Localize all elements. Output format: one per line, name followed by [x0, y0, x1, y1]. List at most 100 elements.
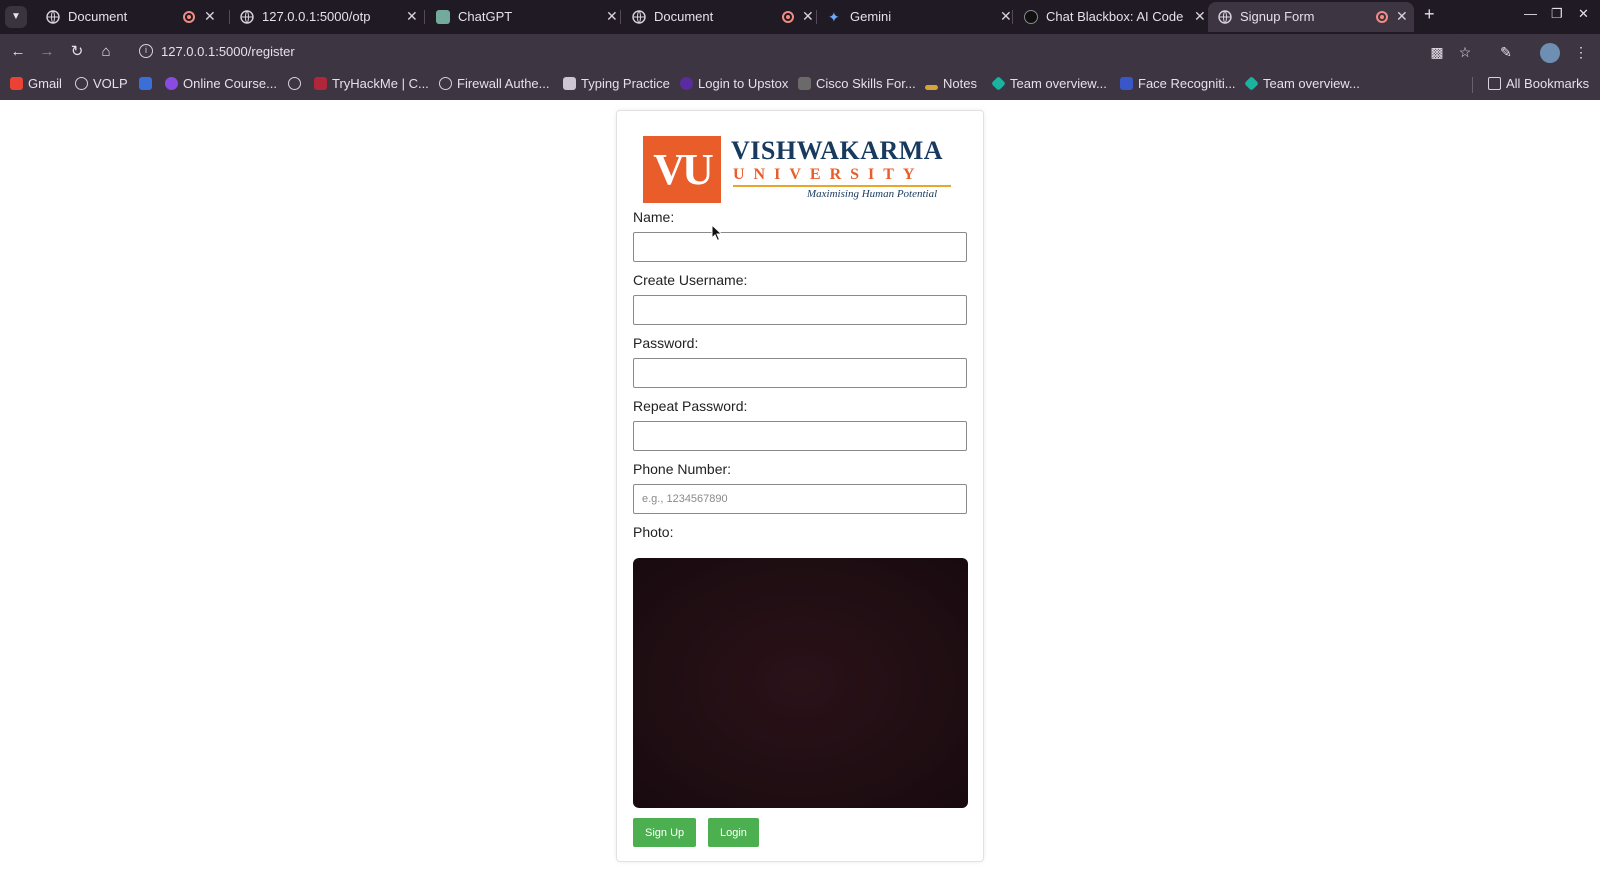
tab-search-icon[interactable]: ▼: [5, 6, 27, 28]
bookmark-face-recognition[interactable]: Face Recogniti...: [1120, 76, 1236, 91]
logo-tagline: Maximising Human Potential: [807, 188, 938, 200]
bookmark-notes[interactable]: Notes: [925, 76, 977, 91]
tab-separator: [816, 10, 817, 24]
bookmark-online-course[interactable]: Online Course...: [165, 76, 277, 91]
bookmark-typing-practice[interactable]: Typing Practice: [563, 76, 670, 91]
login-button[interactable]: Login: [708, 818, 759, 847]
bookmark-team-overview-2[interactable]: Team overview...: [1244, 76, 1360, 91]
bookmark-label: Face Recogniti...: [1138, 76, 1236, 91]
bookmark-label: Typing Practice: [581, 76, 670, 91]
signup-button[interactable]: Sign Up: [633, 818, 697, 847]
tab-chatgpt[interactable]: ChatGPT ✕: [426, 2, 618, 32]
url-text: 127.0.0.1:5000/register: [161, 44, 295, 59]
bookmark-gmail[interactable]: Gmail: [10, 76, 62, 91]
phone-label: Phone Number:: [633, 461, 732, 477]
bookmark-label: Team overview...: [1263, 76, 1360, 91]
minimize-icon[interactable]: —: [1524, 6, 1537, 21]
camera-icon[interactable]: ▩: [1428, 43, 1446, 61]
profile-avatar[interactable]: [1540, 43, 1560, 63]
camera-preview: [633, 558, 968, 808]
bookmarks-separator: [1472, 77, 1473, 93]
tab-signup-form[interactable]: Signup Form ✕: [1208, 2, 1414, 32]
back-icon[interactable]: ←: [8, 42, 28, 62]
tab-bar: ▼ Document ✕ 127.0.0.1:5000/otp ✕ ChatGP…: [0, 0, 1600, 34]
globe-icon: [632, 10, 646, 24]
bookmark-label: VOLP: [93, 76, 128, 91]
new-tab-icon[interactable]: +: [1424, 4, 1435, 25]
bookmark-star-icon[interactable]: ☆: [1456, 43, 1474, 61]
recording-icon: [1376, 11, 1388, 23]
close-tab-icon[interactable]: ✕: [1194, 8, 1206, 25]
address-bar[interactable]: i 127.0.0.1:5000/register: [131, 37, 1471, 66]
site-info-icon[interactable]: i: [139, 44, 153, 58]
bookmark-unnamed-2[interactable]: [288, 76, 306, 91]
university-logo: VU VISHWAKARMA UNIVERSITY Maximising Hum…: [643, 136, 953, 204]
globe-icon: [46, 10, 60, 24]
tab-separator: [424, 10, 425, 24]
close-tab-icon[interactable]: ✕: [802, 8, 814, 25]
tab-document-2[interactable]: Document ✕: [622, 2, 814, 32]
tab-document-1[interactable]: Document ✕: [36, 2, 222, 32]
logo-divider: [733, 185, 951, 187]
bookmark-label: Login to Upstox: [698, 76, 789, 91]
bookmarks-bar: Gmail VOLP Online Course... TryHackMe | …: [0, 69, 1600, 100]
close-tab-icon[interactable]: ✕: [606, 8, 618, 25]
password-label: Password:: [633, 335, 699, 351]
globe-icon: [1218, 10, 1232, 24]
site-icon: [139, 77, 152, 90]
name-label: Name:: [633, 209, 675, 225]
course-icon: [165, 77, 178, 90]
gemini-icon: ✦: [828, 9, 840, 25]
bookmark-label: Gmail: [28, 76, 62, 91]
tab-blackbox[interactable]: Chat Blackbox: AI Code G ✕: [1014, 2, 1206, 32]
bookmark-team-overview-1[interactable]: Team overview...: [991, 76, 1107, 91]
reload-icon[interactable]: ↻: [67, 42, 87, 62]
bookmark-upstox[interactable]: Login to Upstox: [680, 76, 788, 91]
phone-input[interactable]: [633, 484, 967, 514]
logo-name: VISHWAKARMA: [731, 136, 944, 165]
tab-title: Chat Blackbox: AI Code G: [1046, 9, 1184, 24]
recording-icon: [782, 11, 794, 23]
bookmark-tryhackme[interactable]: TryHackMe | C...: [314, 76, 429, 91]
bookmark-label: Online Course...: [183, 76, 277, 91]
close-window-icon[interactable]: ✕: [1578, 6, 1589, 22]
password-input[interactable]: [633, 358, 967, 388]
username-label: Create Username:: [633, 272, 748, 288]
all-bookmarks[interactable]: All Bookmarks: [1488, 76, 1589, 91]
bookmark-volp[interactable]: VOLP: [75, 76, 128, 91]
menu-icon[interactable]: ⋮: [1572, 43, 1590, 61]
tab-separator: [1012, 10, 1013, 24]
restore-icon[interactable]: ❐: [1551, 6, 1563, 22]
globe-icon: [288, 77, 301, 90]
bookmark-label: Team overview...: [1010, 76, 1107, 91]
bookmark-label: Cisco Skills For...: [816, 76, 916, 91]
tab-otp[interactable]: 127.0.0.1:5000/otp ✕: [230, 2, 422, 32]
close-tab-icon[interactable]: ✕: [406, 8, 418, 25]
tab-separator: [620, 10, 621, 24]
logo-mark: VU: [643, 136, 721, 203]
tab-title: Gemini: [850, 9, 892, 24]
close-tab-icon[interactable]: ✕: [1396, 8, 1408, 25]
bookmark-cisco[interactable]: Cisco Skills For...: [798, 76, 916, 91]
chatgpt-icon: [436, 10, 450, 24]
tab-title: ChatGPT: [458, 9, 513, 24]
bookmark-firewall[interactable]: Firewall Authe...: [439, 76, 550, 91]
home-icon[interactable]: ⌂: [96, 42, 116, 62]
repeat-password-input[interactable]: [633, 421, 967, 451]
name-input[interactable]: [633, 232, 967, 262]
folder-icon: [1488, 77, 1501, 90]
blackbox-icon: [1024, 10, 1038, 24]
document-icon: [563, 77, 576, 90]
bookmark-label: Notes: [943, 76, 977, 91]
face-recognition-icon: [1120, 77, 1133, 90]
username-input[interactable]: [633, 295, 967, 325]
globe-icon: [240, 10, 254, 24]
tab-gemini[interactable]: ✦ Gemini ✕: [818, 2, 1012, 32]
close-tab-icon[interactable]: ✕: [204, 8, 216, 25]
forward-icon[interactable]: →: [37, 42, 57, 62]
bookmark-label: All Bookmarks: [1506, 76, 1590, 91]
notes-icon: [925, 85, 938, 90]
close-tab-icon[interactable]: ✕: [1000, 8, 1012, 25]
extensions-icon[interactable]: ✎: [1497, 43, 1515, 61]
bookmark-unnamed-1[interactable]: [139, 76, 157, 91]
